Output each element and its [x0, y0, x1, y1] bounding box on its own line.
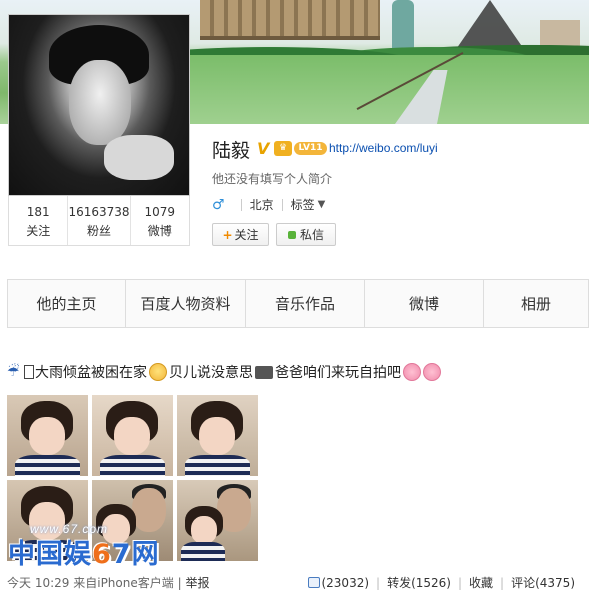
watermark-logo: 中国娱67网 [8, 532, 160, 571]
photo-child-face [114, 417, 150, 455]
level-badge-icon[interactable]: LV11 [294, 142, 327, 155]
stat-following-count: 181 [26, 205, 50, 219]
stat-fans-label: 粉丝 [87, 224, 112, 238]
verified-v-icon[interactable]: V [257, 139, 269, 158]
post-photo-6[interactable] [177, 480, 258, 561]
meta-divider [281, 198, 283, 211]
report-link[interactable]: 举报 [185, 576, 209, 590]
stat-following-label: 关注 [26, 224, 51, 238]
profile-nav-tabs: 他的主页 百度人物资料 音乐作品 微博 相册 [7, 279, 589, 328]
post-meta: 今天 10:29 来自iPhone客户端 | 举报 [7, 574, 209, 591]
stat-following[interactable]: 181 关注 [9, 196, 69, 245]
thumbs-up-icon [308, 577, 321, 588]
profile-avatar[interactable] [8, 14, 190, 196]
avatar-face [69, 60, 131, 145]
stat-posts-count: 1079 [144, 205, 176, 219]
follow-button[interactable]: + 关注 [212, 223, 269, 246]
follow-button-label: 关注 [234, 228, 259, 242]
photo-child-face [199, 417, 235, 455]
camera-icon [255, 365, 273, 379]
repost-button[interactable]: 转发(1526) [387, 574, 451, 591]
photo-man-face [132, 488, 166, 532]
male-gender-icon: ♂ [212, 196, 225, 213]
watermark-text-a: 中国娱 [8, 539, 92, 570]
avatar-photo [9, 15, 189, 195]
plus-icon: + [222, 227, 233, 242]
post-text-part-1: 大雨倾盆被困在家 [35, 365, 147, 381]
watermark-text-b: 6 [92, 539, 112, 570]
stat-posts[interactable]: 1079 微博 [131, 196, 189, 245]
private-message-label: 私信 [299, 228, 324, 242]
stat-posts-label: 微博 [147, 224, 172, 238]
action-divider: | [376, 575, 381, 590]
footer-divider: | [177, 576, 182, 590]
profile-url-link[interactable]: http://weibo.com/luyi [329, 141, 438, 155]
private-message-button[interactable]: 私信 [276, 223, 336, 246]
photo-child-shirt [15, 455, 80, 476]
tab-album[interactable]: 相册 [484, 280, 588, 327]
photo-child-shirt [185, 455, 250, 476]
post-text: ☔ 大雨倾盆被困在家 贝儿说没意思 爸爸咱们来玩自拍吧 [7, 362, 441, 382]
post-photo-2[interactable] [92, 395, 173, 476]
profile-meta: ♂ 北京 标签 ▼ [212, 196, 325, 213]
profile-name: 陆毅 [212, 140, 251, 162]
tab-baidu-profile[interactable]: 百度人物资料 [126, 280, 246, 327]
message-icon [287, 230, 296, 239]
action-divider: | [457, 575, 463, 590]
post-time-link[interactable]: 今天 10:29 [7, 576, 69, 590]
profile-bio: 他还没有填写个人简介 [212, 172, 333, 186]
post-source[interactable]: 来自iPhone客户端 [73, 576, 174, 590]
watermark-text-c: 7网 [111, 539, 160, 570]
post-photo-3[interactable] [177, 395, 258, 476]
member-crown-icon[interactable]: ♛ [274, 141, 292, 156]
stat-fans[interactable]: 16163738 粉丝 [68, 196, 131, 245]
post-actions: (23032) | 转发(1526) | 收藏 | 评论(4375) [308, 574, 575, 591]
tab-music[interactable]: 音乐作品 [246, 280, 365, 327]
tab-weibo[interactable]: 微博 [365, 280, 484, 327]
post-text-part-2: 贝儿说没意思 [169, 365, 253, 381]
favorite-button[interactable]: 收藏 [469, 574, 493, 591]
avatar-hand [104, 135, 174, 180]
tags-dropdown[interactable]: 标签 ▼ [291, 196, 326, 213]
action-divider: | [500, 575, 505, 590]
like-button[interactable]: (23032) [308, 576, 369, 590]
meta-divider [240, 198, 242, 211]
tab-home[interactable]: 他的主页 [8, 280, 126, 327]
photo-child-shirt [100, 455, 165, 476]
profile-location: 北京 [249, 198, 274, 212]
photo-child-face [29, 417, 65, 455]
comment-button[interactable]: 评论(4375) [511, 574, 575, 591]
post-text-part-3: 爸爸咱们来玩自拍吧 [275, 365, 401, 381]
profile-stats: 181 关注 16163738 粉丝 1079 微博 [8, 196, 190, 246]
surprised-face-icon [149, 363, 167, 381]
pig-face-icon [403, 363, 421, 381]
missing-glyph-box [24, 365, 34, 379]
chevron-down-icon: ▼ [317, 199, 326, 210]
photo-child-shirt [181, 542, 225, 561]
pig-face-icon [423, 363, 441, 381]
umbrella-icon: ☔ [7, 364, 20, 380]
post-footer: 今天 10:29 来自iPhone客户端 | 举报 (23032) | 转发(1… [7, 574, 589, 592]
tags-label: 标签 [290, 198, 315, 212]
stat-fans-count: 16163738 [68, 205, 130, 219]
photo-child-face [191, 516, 217, 544]
post-photo-1[interactable] [7, 395, 88, 476]
like-count: (23032) [321, 575, 370, 590]
